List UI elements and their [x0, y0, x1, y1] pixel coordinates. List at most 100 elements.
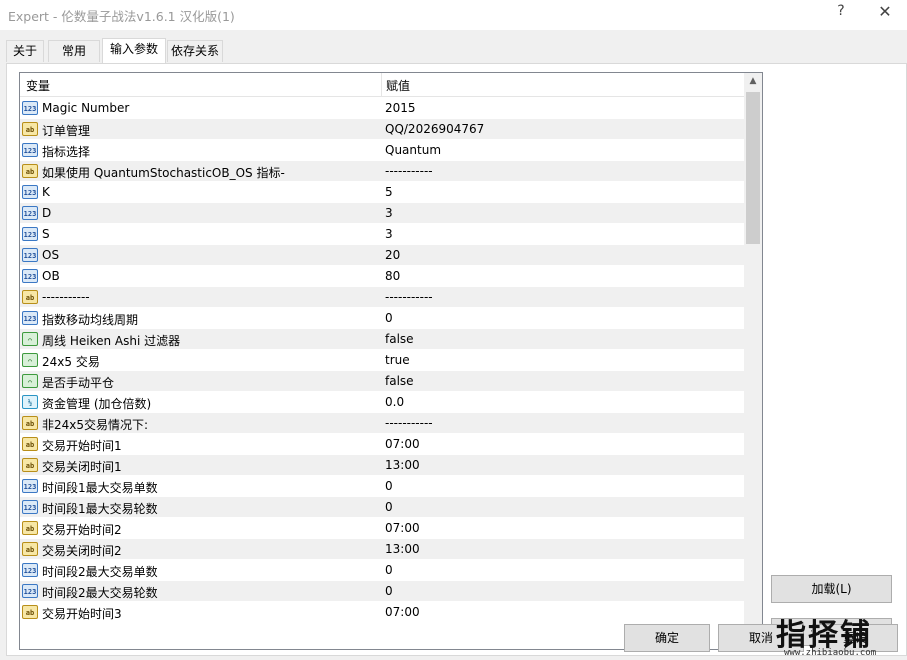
parameter-value[interactable]: Quantum: [385, 143, 441, 157]
parameter-name: 是否手动平仓: [42, 376, 115, 390]
parameter-value[interactable]: 07:00: [385, 437, 420, 451]
parameter-row[interactable]: ab 交易开始时间2 07:00: [20, 518, 744, 539]
parameter-name: 订单管理: [42, 124, 91, 138]
column-header-value[interactable]: 赋值: [386, 77, 410, 94]
int-type-icon: 123: [22, 206, 38, 220]
parameter-value[interactable]: 5: [385, 185, 393, 199]
parameter-row[interactable]: ab ----------- -----------: [20, 287, 744, 308]
parameter-value[interactable]: 20: [385, 248, 400, 262]
parameter-row[interactable]: ab 非24x5交易情况下: -----------: [20, 413, 744, 434]
parameter-row[interactable]: ⌒ 是否手动平仓 false: [20, 371, 744, 392]
parameter-name: 时间段1最大交易轮数: [42, 502, 158, 516]
parameter-row[interactable]: 123 时间段1最大交易轮数 0: [20, 497, 744, 518]
tab-inputs[interactable]: 输入参数: [102, 38, 166, 63]
parameter-row[interactable]: ab 交易关闭时间1 13:00: [20, 455, 744, 476]
parameter-value[interactable]: -----------: [385, 290, 433, 304]
scroll-up-icon[interactable]: ▲: [744, 73, 762, 90]
parameter-value[interactable]: QQ/2026904767: [385, 122, 484, 136]
parameter-name: K: [42, 185, 50, 199]
int-type-icon: 123: [22, 185, 38, 199]
parameter-row[interactable]: ab 如果使用 QuantumStochasticOB_OS 指标- -------…: [20, 161, 744, 182]
parameter-value[interactable]: -----------: [385, 164, 433, 178]
parameter-value[interactable]: 13:00: [385, 542, 420, 556]
parameter-row[interactable]: ab 交易关闭时间2 13:00: [20, 539, 744, 560]
bool-type-icon: ⌒: [22, 353, 38, 367]
parameter-row[interactable]: ab 订单管理 QQ/2026904767: [20, 119, 744, 140]
bool-type-icon: ⌒: [22, 332, 38, 346]
parameter-row[interactable]: 123 S 3: [20, 224, 744, 245]
parameter-value[interactable]: false: [385, 332, 414, 346]
help-icon[interactable]: ?: [834, 3, 848, 23]
parameter-value[interactable]: 3: [385, 206, 393, 220]
parameter-value[interactable]: 0.0: [385, 395, 404, 409]
str-type-icon: ab: [22, 164, 38, 178]
parameter-row[interactable]: 123 指标选择 Quantum: [20, 140, 744, 161]
parameters-grid: 变量 赋值 123 Magic Number 2015 ab 订单管理 QQ/202690…: [19, 72, 763, 650]
parameter-name: OS: [42, 248, 60, 262]
parameter-row[interactable]: ab 交易开始时间3 07:00: [20, 602, 744, 623]
parameter-name: 24x5 交易: [42, 355, 100, 369]
inputs-panel: 变量 赋值 123 Magic Number 2015 ab 订单管理 QQ/202690…: [6, 63, 907, 656]
int-type-icon: 123: [22, 269, 38, 283]
parameter-value[interactable]: 80: [385, 269, 400, 283]
parameter-value[interactable]: 07:00: [385, 605, 420, 619]
parameter-row[interactable]: 123 D 3: [20, 203, 744, 224]
parameter-row[interactable]: ⌒ 24x5 交易 true: [20, 350, 744, 371]
parameter-value[interactable]: true: [385, 353, 410, 367]
scroll-thumb[interactable]: [746, 92, 760, 244]
parameter-value[interactable]: 2015: [385, 101, 416, 115]
parameter-row[interactable]: ab 交易开始时间1 07:00: [20, 434, 744, 455]
parameter-value[interactable]: 07:00: [385, 521, 420, 535]
window-title: Expert - 伦数量子战法v1.6.1 汉化版(1): [8, 9, 235, 24]
str-type-icon: ab: [22, 416, 38, 430]
parameter-row[interactable]: 123 Magic Number 2015: [20, 98, 744, 119]
int-type-icon: 123: [22, 479, 38, 493]
parameter-row[interactable]: 123 时间段2最大交易轮数 0: [20, 581, 744, 602]
title-bar: Expert - 伦数量子战法v1.6.1 汉化版(1) ? ✕: [0, 0, 907, 30]
parameter-row[interactable]: 123 K 5: [20, 182, 744, 203]
parameter-value[interactable]: 0: [385, 563, 393, 577]
vertical-scrollbar[interactable]: ▲ ▼: [744, 73, 762, 649]
parameter-value[interactable]: 0: [385, 500, 393, 514]
grid-header: 变量 赋值: [20, 73, 744, 97]
parameter-value[interactable]: 0: [385, 584, 393, 598]
parameter-value[interactable]: 3: [385, 227, 393, 241]
int-type-icon: 123: [22, 101, 38, 115]
parameter-row[interactable]: ⌒ 周线 Heiken Ashi 过滤器 false: [20, 329, 744, 350]
parameter-row[interactable]: 123 OB 80: [20, 266, 744, 287]
parameter-name: S: [42, 227, 50, 241]
parameter-value[interactable]: -----------: [385, 416, 433, 430]
column-header-variable[interactable]: 变量: [26, 77, 50, 94]
parameter-row[interactable]: 123 时间段1最大交易单数 0: [20, 476, 744, 497]
parameter-name: Magic Number: [42, 101, 130, 115]
tab-dependencies[interactable]: 依存关系: [167, 40, 223, 62]
str-type-icon: ab: [22, 437, 38, 451]
parameter-row[interactable]: 123 时间段2最大交易单数 0: [20, 560, 744, 581]
parameter-name: 资金管理 (加仓倍数): [42, 397, 152, 411]
str-type-icon: ab: [22, 458, 38, 472]
parameter-name: 交易开始时间1: [42, 439, 122, 453]
str-type-icon: ab: [22, 521, 38, 535]
parameter-value[interactable]: 0: [385, 311, 393, 325]
parameter-name: -----------: [42, 290, 90, 304]
tab-common[interactable]: 常用: [48, 40, 100, 62]
str-type-icon: ab: [22, 290, 38, 304]
dbl-type-icon: ½: [22, 395, 38, 409]
column-separator[interactable]: [381, 73, 382, 97]
tab-about[interactable]: 关于: [6, 40, 44, 62]
load-button[interactable]: 加载(L): [771, 575, 892, 603]
parameter-value[interactable]: false: [385, 374, 414, 388]
parameter-value[interactable]: 0: [385, 479, 393, 493]
str-type-icon: ab: [22, 605, 38, 619]
parameter-row[interactable]: ½ 资金管理 (加仓倍数) 0.0: [20, 392, 744, 413]
parameter-name: 周线 Heiken Ashi 过滤器: [42, 334, 181, 348]
parameter-name: 非24x5交易情况下:: [42, 418, 149, 432]
parameter-name: 指标选择: [42, 145, 91, 159]
close-icon[interactable]: ✕: [875, 2, 895, 24]
parameter-rows: 123 Magic Number 2015 ab 订单管理 QQ/2026904767 12…: [20, 98, 744, 623]
parameter-row[interactable]: 123 指数移动均线周期 0: [20, 308, 744, 329]
parameter-value[interactable]: 13:00: [385, 458, 420, 472]
parameter-name: D: [42, 206, 52, 220]
ok-button[interactable]: 确定: [624, 624, 710, 652]
parameter-row[interactable]: 123 OS 20: [20, 245, 744, 266]
